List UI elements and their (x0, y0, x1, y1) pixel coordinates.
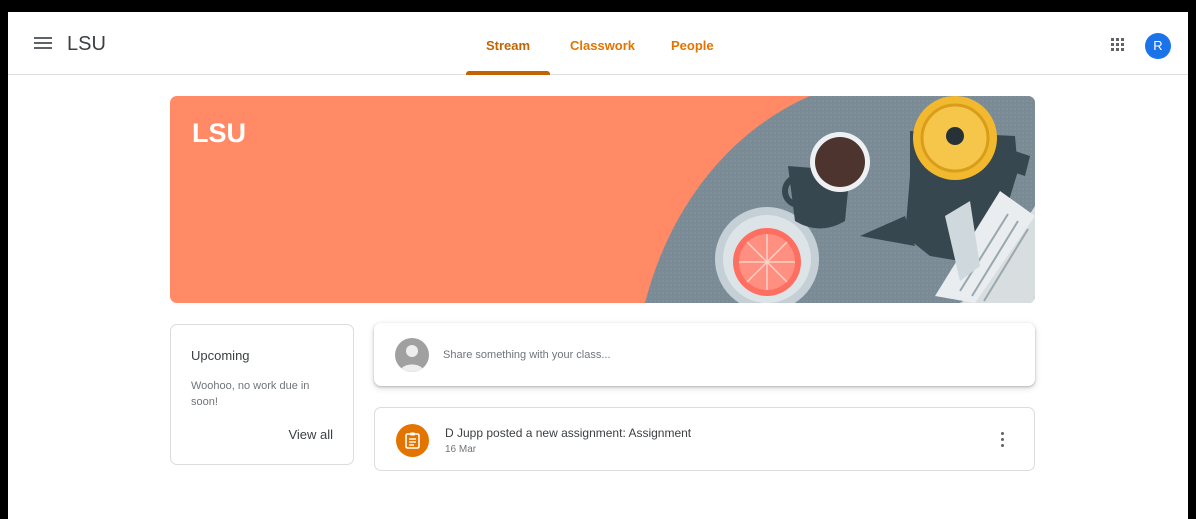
tab-classwork[interactable]: Classwork (570, 38, 635, 53)
menu-line (34, 42, 52, 44)
account-avatar[interactable]: R (1145, 33, 1171, 59)
coffee-table-illustration (645, 96, 1035, 303)
assignment-icon (396, 424, 429, 457)
upcoming-title: Upcoming (191, 348, 250, 363)
classroom-window: LSU Stream Classwork People R LSU Upcomi… (8, 12, 1188, 519)
google-apps-grid-icon[interactable] (1111, 38, 1125, 52)
more-options-icon[interactable] (1000, 431, 1006, 449)
menu-line (34, 37, 52, 39)
menu-line (34, 47, 52, 49)
class-title[interactable]: LSU (67, 33, 106, 56)
hamburger-menu-icon[interactable] (34, 36, 52, 50)
upcoming-message: Woohoo, no work due in soon! (191, 380, 310, 408)
post-title: D Jupp posted a new assignment: Assignme… (445, 426, 692, 440)
class-banner: LSU (170, 96, 1035, 303)
banner-class-name: LSU (192, 118, 246, 148)
default-user-avatar-icon (395, 338, 429, 372)
upcoming-card: Upcoming Woohoo, no work due in soon! Vi… (170, 324, 354, 465)
tab-stream[interactable]: Stream (486, 38, 530, 53)
post-date: 16 Mar (445, 444, 477, 455)
view-all-button[interactable]: View all (288, 427, 333, 442)
share-announcement-box[interactable]: Share something with your class... (374, 323, 1035, 386)
share-placeholder: Share something with your class... (443, 349, 611, 361)
tab-people[interactable]: People (671, 38, 714, 53)
stream-post[interactable]: D Jupp posted a new assignment: Assignme… (374, 407, 1035, 471)
top-app-bar: LSU Stream Classwork People R (8, 12, 1188, 75)
active-tab-indicator (466, 71, 550, 75)
